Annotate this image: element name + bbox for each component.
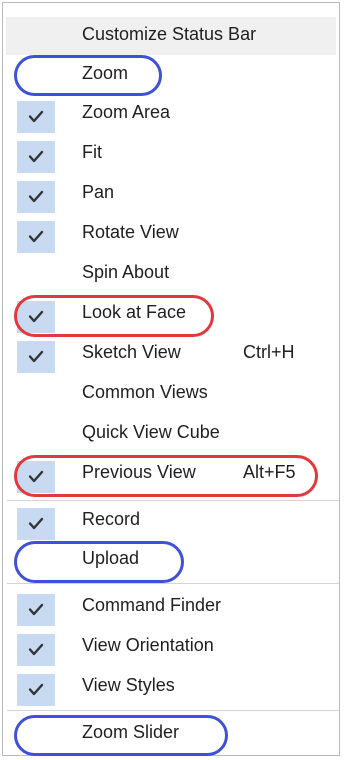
menu-item-label: Pan <box>82 182 115 202</box>
menu-item-label: Previous View <box>82 462 196 482</box>
menu-item-sketch-view[interactable]: Sketch View Ctrl+H <box>6 335 336 373</box>
menu-item-label: Command Finder <box>82 595 222 615</box>
menu-item-label: Zoom Slider <box>82 722 180 742</box>
menu-separator <box>7 583 339 584</box>
menu-item-rotate-view[interactable]: Rotate View <box>6 215 336 253</box>
menu-item-label: Common Views <box>82 382 208 402</box>
menu-item-zoom-slider[interactable]: Zoom Slider <box>6 715 336 753</box>
menu-item-label: Zoom <box>82 63 129 83</box>
menu-item-view-styles[interactable]: View Styles <box>6 668 336 706</box>
menu-item-label: Sketch View <box>82 342 181 362</box>
checkmark-icon <box>17 341 55 373</box>
context-menu: Customize Status Bar Zoom Zoom Area Fit … <box>2 2 340 756</box>
checkmark-icon <box>17 461 55 493</box>
checkmark-icon <box>17 508 55 540</box>
menu-item-label: View Orientation <box>82 635 214 655</box>
menu-item-shortcut: Alt+F5 <box>243 462 296 482</box>
menu-separator <box>7 500 339 501</box>
menu-item-common-views[interactable]: Common Views <box>6 375 336 413</box>
checkmark-icon <box>17 594 55 626</box>
menu-item-label: Record <box>82 509 141 529</box>
menu-separator <box>7 710 339 711</box>
menu-item-label: View Styles <box>82 675 175 695</box>
menu-item-label: Rotate View <box>82 222 179 242</box>
menu-item-shortcut: Ctrl+H <box>243 342 295 362</box>
menu-item-record[interactable]: Record <box>6 502 336 540</box>
checkmark-icon <box>17 101 55 133</box>
menu-item-label: Upload <box>82 548 140 568</box>
menu-item-label: Look at Face <box>82 302 187 322</box>
checkmark-icon <box>17 674 55 706</box>
checkmark-icon <box>17 221 55 253</box>
checkmark-icon <box>17 141 55 173</box>
checkmark-icon <box>17 181 55 213</box>
menu-item-look-at-face[interactable]: Look at Face <box>6 295 336 333</box>
menu-item-label: Quick View Cube <box>82 422 220 442</box>
menu-item-fit[interactable]: Fit <box>6 135 336 173</box>
checkmark-icon <box>17 301 55 333</box>
menu-item-spin-about[interactable]: Spin About <box>6 255 336 293</box>
menu-item-label: Zoom Area <box>82 102 171 122</box>
menu-item-previous-view[interactable]: Previous View Alt+F5 <box>6 455 336 493</box>
menu-header-customize-status-bar: Customize Status Bar <box>6 17 336 55</box>
menu-item-label: Spin About <box>82 262 170 282</box>
menu-header-label: Customize Status Bar <box>82 24 257 44</box>
menu-item-pan[interactable]: Pan <box>6 175 336 213</box>
menu-item-quick-view-cube[interactable]: Quick View Cube <box>6 415 336 453</box>
menu-item-view-orientation[interactable]: View Orientation <box>6 628 336 666</box>
menu-item-zoom-area[interactable]: Zoom Area <box>6 95 336 133</box>
menu-item-command-finder[interactable]: Command Finder <box>6 588 336 626</box>
menu-item-label: Fit <box>82 142 102 162</box>
menu-item-zoom[interactable]: Zoom <box>6 56 336 94</box>
menu-item-upload[interactable]: Upload <box>6 541 336 579</box>
checkmark-icon <box>17 634 55 666</box>
